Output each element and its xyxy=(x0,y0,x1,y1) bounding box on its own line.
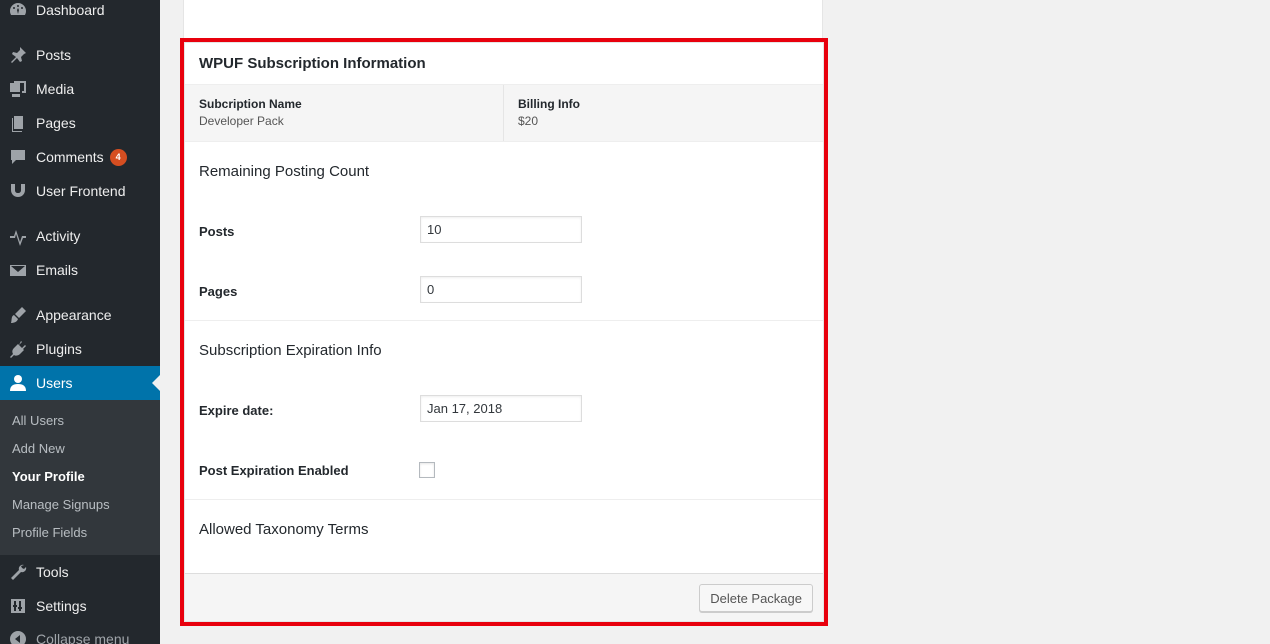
sidebar-item-settings[interactable]: Settings xyxy=(0,589,160,623)
submenu-item-your-profile[interactable]: Your Profile xyxy=(0,463,160,491)
sidebar-item-label: Appearance xyxy=(36,307,112,323)
collapse-icon xyxy=(0,629,36,644)
submenu-item-add-new[interactable]: Add New xyxy=(0,435,160,463)
sidebar-item-posts[interactable]: Posts xyxy=(0,38,160,72)
sidebar-item-user-frontend[interactable]: User Frontend xyxy=(0,174,160,208)
users-submenu: All Users Add New Your Profile Manage Si… xyxy=(0,400,160,555)
comment-count-badge: 4 xyxy=(109,148,127,166)
comment-icon xyxy=(0,147,36,167)
sidebar-item-label: Users xyxy=(36,375,73,391)
sidebar-item-pages[interactable]: Pages xyxy=(0,106,160,140)
sidebar-item-label: Plugins xyxy=(36,341,82,357)
sidebar-item-label: Dashboard xyxy=(36,2,105,18)
submenu-item-all-users[interactable]: All Users xyxy=(0,407,160,435)
user-icon xyxy=(0,373,36,393)
activity-icon xyxy=(0,226,36,246)
plugin-icon xyxy=(0,339,36,359)
sidebar-item-tools[interactable]: Tools xyxy=(0,555,160,589)
highlight-outline xyxy=(180,38,828,626)
sidebar-item-label: User Frontend xyxy=(36,183,126,199)
previous-panel xyxy=(183,0,823,40)
pin-icon xyxy=(0,45,36,65)
sidebar-item-label: Tools xyxy=(36,564,69,580)
sidebar-item-label: Settings xyxy=(36,598,87,614)
sidebar-item-emails[interactable]: Emails xyxy=(0,253,160,287)
sidebar-item-label: Media xyxy=(36,81,75,97)
submenu-item-profile-fields[interactable]: Profile Fields xyxy=(0,519,160,547)
sidebar-item-label: Activity xyxy=(36,228,81,244)
dashboard-icon xyxy=(0,0,36,20)
admin-sidebar: Dashboard Posts Media Pages Comments 4 U… xyxy=(0,0,160,644)
email-icon xyxy=(0,260,36,280)
sidebar-item-comments[interactable]: Comments 4 xyxy=(0,140,160,174)
sidebar-item-label: Pages xyxy=(36,115,76,131)
sidebar-item-appearance[interactable]: Appearance xyxy=(0,298,160,332)
sidebar-item-media[interactable]: Media xyxy=(0,72,160,106)
pages-icon xyxy=(0,113,36,133)
sidebar-item-plugins[interactable]: Plugins xyxy=(0,332,160,366)
sidebar-item-label: Posts xyxy=(36,47,72,63)
sidebar-item-users[interactable]: Users xyxy=(0,366,160,400)
submenu-item-manage-signups[interactable]: Manage Signups xyxy=(0,491,160,519)
sidebar-item-label: Emails xyxy=(36,262,79,278)
sidebar-item-activity[interactable]: Activity xyxy=(0,219,160,253)
wrench-icon xyxy=(0,562,36,582)
settings-icon xyxy=(0,596,36,616)
media-icon xyxy=(0,79,36,99)
sidebar-item-label: Comments xyxy=(36,149,104,165)
brush-icon xyxy=(0,305,36,325)
sidebar-item-label: Collapse menu xyxy=(36,631,130,644)
collapse-menu-button[interactable]: Collapse menu xyxy=(0,622,160,644)
sidebar-item-dashboard[interactable]: Dashboard xyxy=(0,0,160,27)
user-frontend-icon xyxy=(0,181,36,201)
